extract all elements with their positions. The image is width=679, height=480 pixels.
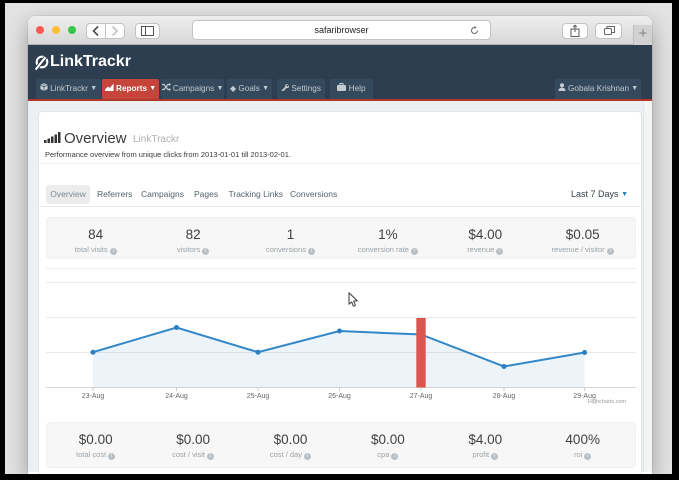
svg-text:24-Aug: 24-Aug	[165, 393, 188, 400]
svg-text:23-Aug: 23-Aug	[82, 393, 105, 400]
svg-text:26-Aug: 26-Aug	[328, 393, 351, 400]
svg-text:27-Aug: 27-Aug	[410, 393, 433, 400]
svg-text:25-Aug: 25-Aug	[247, 393, 270, 400]
svg-text:28-Aug: 28-Aug	[493, 393, 516, 400]
